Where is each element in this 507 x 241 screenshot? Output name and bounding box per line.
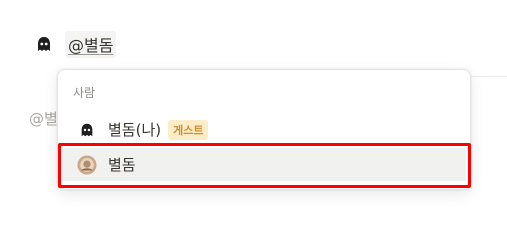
section-label-people: 사람 <box>73 86 96 100</box>
ghost-avatar-icon <box>77 120 97 140</box>
photo-avatar-icon <box>77 154 97 175</box>
mention-input-text[interactable]: @별돔 <box>65 30 117 58</box>
mention-suggestion-popup: 사람 별돔(나) 게스트 별돔 <box>57 69 471 190</box>
background-mention-text: @별 <box>29 110 58 128</box>
ghost-avatar-icon <box>34 34 54 54</box>
mention-option-user[interactable]: 별돔 <box>62 148 466 181</box>
mention-line: @별돔 <box>34 30 117 58</box>
option-label: 별돔(나) <box>108 121 162 139</box>
option-label: 별돔 <box>108 156 136 174</box>
guest-badge: 게스트 <box>168 119 209 140</box>
mention-option-self[interactable]: 별돔(나) 게스트 <box>62 113 466 146</box>
